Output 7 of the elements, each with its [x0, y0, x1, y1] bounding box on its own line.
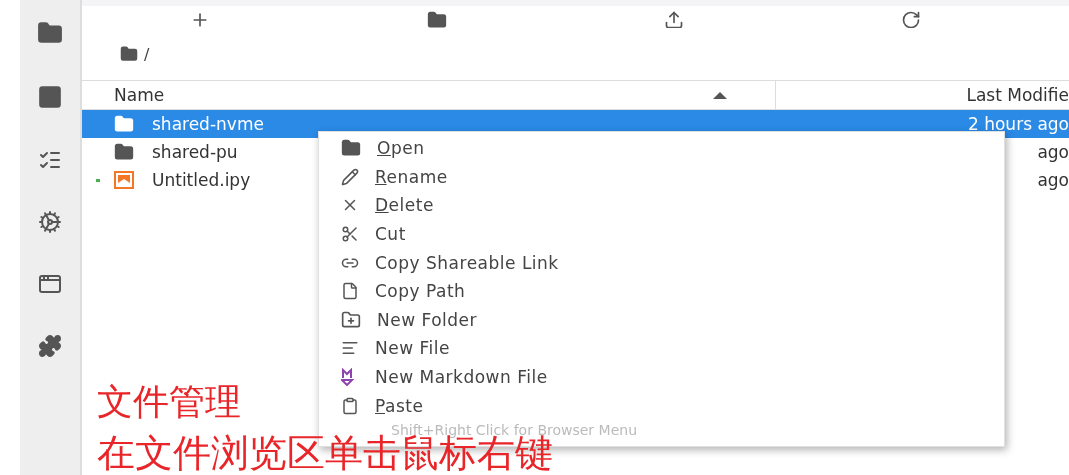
modified-time: 2 hours ago [967, 114, 1069, 134]
annotation-text: 文件管理 [97, 384, 241, 420]
modified-time: ago [1037, 142, 1069, 162]
file-name: Untitled.ipy [152, 170, 251, 190]
file-name: shared-pu [152, 142, 238, 162]
modified-time: ago [1037, 170, 1069, 190]
file-name: shared-nvme [152, 114, 264, 134]
